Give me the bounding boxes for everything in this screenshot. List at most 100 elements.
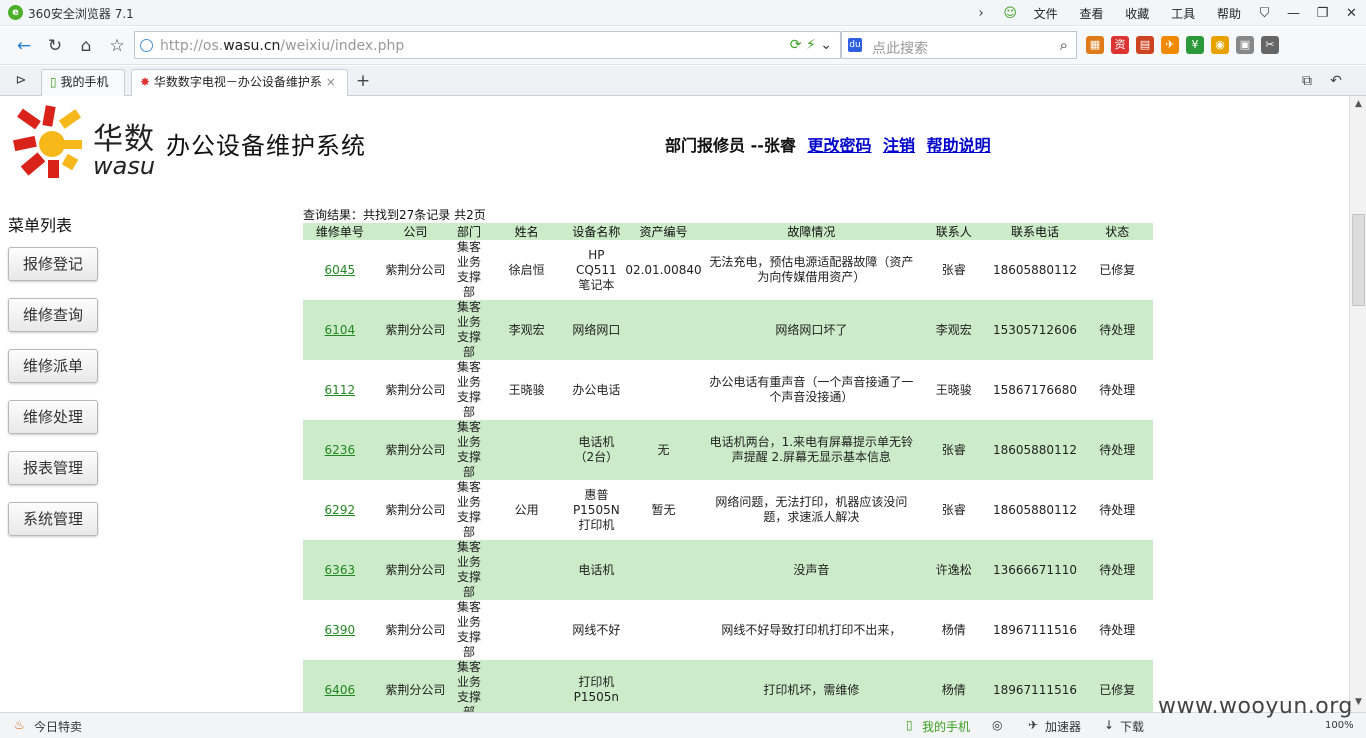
column-header: 维修单号 xyxy=(303,223,377,240)
help-link[interactable]: 帮助说明 xyxy=(927,136,991,155)
chevron-right-icon[interactable]: › xyxy=(967,2,996,24)
tab-wasu[interactable]: ✸ 华数数字电视－办公设备维护系 × xyxy=(131,69,348,97)
address-text[interactable]: http://os.wasu.cn/weixiu/index.php xyxy=(160,38,404,54)
order-number-link[interactable]: 6236 xyxy=(325,443,356,457)
order-number-link[interactable]: 6406 xyxy=(325,683,356,697)
flight-icon[interactable]: ✈ xyxy=(1161,36,1179,54)
table-cell: 集客业务支撑部 xyxy=(457,240,482,299)
report-manage-button[interactable]: 报表管理 xyxy=(8,451,98,485)
table-cell: 公用 xyxy=(514,502,539,517)
vertical-scrollbar[interactable]: ▲ ▼ xyxy=(1349,96,1366,712)
order-number-link[interactable]: 6045 xyxy=(325,263,356,277)
column-header: 状态 xyxy=(1081,223,1153,240)
table-cell: 网线不好 xyxy=(572,622,621,637)
table-cell: 打印机P1505n xyxy=(569,660,624,712)
order-number-link[interactable]: 6112 xyxy=(325,383,356,397)
accelerator-link[interactable]: 加速器 xyxy=(1045,718,1081,735)
calendar-icon[interactable]: ▤ xyxy=(1136,36,1154,54)
menu-view[interactable]: 查看 xyxy=(1079,7,1103,21)
table-cell: 6104 xyxy=(303,300,377,360)
close-button[interactable]: ✕ xyxy=(1337,2,1366,24)
table-cell: 电话机两台，1.来电有屏幕提示单无铃声提醒 2.屏幕无显示基本信息 xyxy=(703,420,919,480)
table-cell xyxy=(484,600,569,660)
order-number-link[interactable]: 6292 xyxy=(325,503,356,517)
tab-my-phone[interactable]: ▯ 我的手机 xyxy=(41,69,125,96)
shield-icon[interactable]: ¥ xyxy=(1186,36,1204,54)
globe-icon xyxy=(140,39,153,52)
user-icon[interactable]: ☺ xyxy=(996,2,1025,24)
order-number-link[interactable]: 6104 xyxy=(325,323,356,337)
table-cell: 许逸松 xyxy=(918,540,989,600)
status-phone-link[interactable]: 我的手机 xyxy=(922,718,970,735)
minimize-button[interactable]: — xyxy=(1279,2,1308,24)
table-row: 6236 紫荆分公司 集客业务支撑部 电话机（2台）无电话机两台，1.来电有屏幕提示单… xyxy=(303,420,1153,480)
close-tab-icon[interactable]: × xyxy=(326,75,336,89)
table-header-row: 维修单号 公司 部门 姓名 设备名称 资产编号 故障情况 联系人 联系电话 状态 xyxy=(303,223,1153,240)
address-bar[interactable]: http://os.wasu.cn/weixiu/index.php ⟳ ⚡ ⌄ xyxy=(134,31,841,59)
logout-link[interactable]: 注销 xyxy=(883,136,915,155)
accelerator-icon[interactable]: ✈ xyxy=(1028,718,1038,732)
search-placeholder[interactable]: 点此搜索 xyxy=(872,38,928,58)
settings-icon[interactable]: ✂ xyxy=(1261,36,1279,54)
search-box[interactable]: du 点此搜索 ⌕ xyxy=(841,31,1077,59)
change-password-link[interactable]: 更改密码 xyxy=(807,136,871,155)
download-link[interactable]: 下载 xyxy=(1120,718,1144,735)
table-cell: 紫荆分公司 xyxy=(376,420,455,480)
repair-dispatch-button[interactable]: 维修派单 xyxy=(8,349,98,383)
scroll-up-icon[interactable]: ▲ xyxy=(1352,98,1365,111)
order-number-link[interactable]: 6390 xyxy=(325,623,356,637)
table-cell: 15867176680 xyxy=(992,382,1077,397)
menu-favorites[interactable]: 收藏 xyxy=(1125,7,1149,21)
table-cell: 待处理 xyxy=(1099,382,1136,397)
zoom-level[interactable]: 100% xyxy=(1325,720,1354,731)
menu-file[interactable]: 文件 xyxy=(1034,7,1058,21)
phone-icon[interactable]: ▯ xyxy=(906,718,913,732)
table-cell: 紫荆分公司 xyxy=(385,502,446,517)
repair-query-button[interactable]: 维修查询 xyxy=(8,298,98,332)
tab-list-icon[interactable]: ⧉ xyxy=(1296,70,1318,92)
news-icon[interactable]: 资 xyxy=(1111,36,1129,54)
repair-process-button[interactable]: 维修处理 xyxy=(8,400,98,434)
address-tools[interactable]: ⟳ ⚡ ⌄ xyxy=(790,37,832,53)
speed-icon[interactable]: ◎ xyxy=(992,718,1002,732)
table-cell: 18967111516 xyxy=(988,660,1082,712)
menu-tools[interactable]: 工具 xyxy=(1171,7,1195,21)
repair-register-button[interactable]: 报修登记 xyxy=(8,247,98,281)
favorite-star-icon[interactable]: ☆ xyxy=(106,35,128,57)
table-cell: 无法充电，预估电源适配器故障（资产为向传媒借用资产） xyxy=(709,255,914,284)
game-icon[interactable]: ◉ xyxy=(1211,36,1229,54)
order-number-link[interactable]: 6363 xyxy=(325,563,356,577)
table-cell: 杨倩 xyxy=(918,660,989,712)
table-row: 6363 紫荆分公司 集客业务支撑部 电话机 没声音 许逸松 13666671110 待处理 xyxy=(303,540,1153,600)
scroll-thumb[interactable] xyxy=(1352,214,1365,306)
table-cell: 电话机（2台） xyxy=(569,420,624,480)
search-icon[interactable]: ⌕ xyxy=(1060,36,1068,54)
daily-deals-link[interactable]: 今日特卖 xyxy=(34,718,82,735)
table-cell: 待处理 xyxy=(1099,622,1136,637)
menu-help[interactable]: 帮助 xyxy=(1217,7,1241,21)
system-manage-button[interactable]: 系统管理 xyxy=(8,502,98,536)
table-row: 6406 紫荆分公司 集客业务支撑部 打印机P1505n 打印机坏，需维修 杨倩 18967… xyxy=(303,660,1153,712)
restore-button[interactable]: ❐ xyxy=(1308,2,1337,24)
screenshot-icon[interactable]: ▣ xyxy=(1236,36,1254,54)
table-cell: 已修复 xyxy=(1081,660,1153,712)
scroll-down-icon[interactable]: ▼ xyxy=(1352,696,1365,709)
refresh-button[interactable]: ↻ xyxy=(44,35,66,57)
new-tab-button[interactable]: + xyxy=(352,70,374,92)
result-summary: 查询结果：共找到27条记录 共2页 xyxy=(303,208,486,222)
table-cell: 02.01.00840 xyxy=(625,262,702,277)
table-cell: 李观宏 xyxy=(483,300,570,360)
sidebar-toggle-icon[interactable]: ⊳ xyxy=(10,70,32,92)
home-button[interactable]: ⌂ xyxy=(75,35,97,57)
undo-close-icon[interactable]: ↶ xyxy=(1325,70,1347,92)
shirt-icon[interactable]: ⛉ xyxy=(1250,2,1279,24)
back-button[interactable]: ← xyxy=(13,35,35,57)
column-header: 联系人 xyxy=(918,223,989,240)
download-icon[interactable]: ↓ xyxy=(1104,718,1114,732)
apps-icon[interactable]: ▦ xyxy=(1086,36,1104,54)
browser-titlebar: e 360安全浏览器 7.1 › ☺ 文件 查看 收藏 工具 帮助 ⛉ — ❐ … xyxy=(0,0,1366,26)
table-cell: 网络网口坏了 xyxy=(703,300,919,360)
table-row: 6104 紫荆分公司 集客业务支撑部 李观宏 网络网口 网络网口坏了 李观宏 15305712… xyxy=(303,300,1153,360)
baidu-paw-icon[interactable]: du xyxy=(848,38,862,52)
gift-icon[interactable]: ♨ xyxy=(14,718,25,732)
